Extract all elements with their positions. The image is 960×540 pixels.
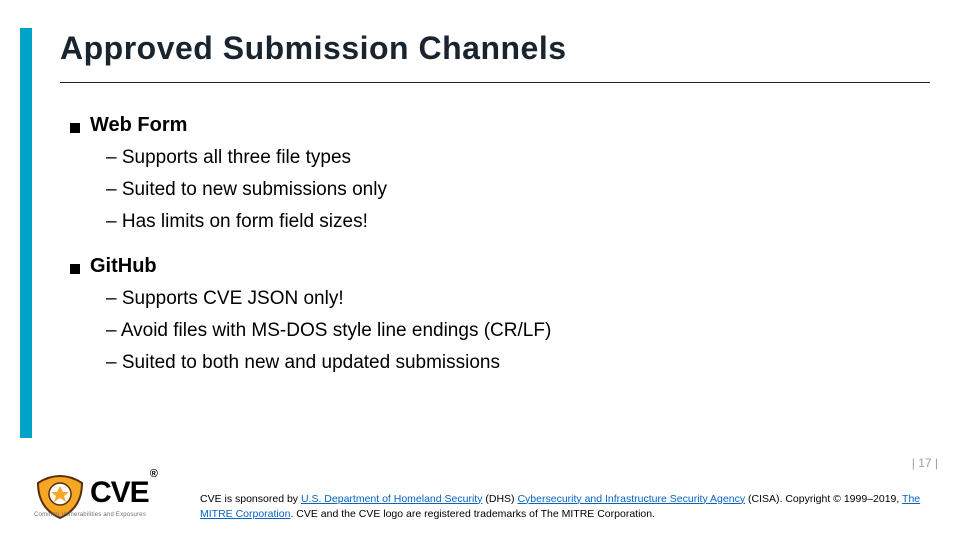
sub-bullet: Suited to new submissions only — [106, 179, 910, 201]
footer-post: . CVE and the CVE logo are registered tr… — [290, 508, 655, 520]
square-bullet-icon — [70, 123, 80, 133]
sub-bullet: Has limits on form field sizes! — [106, 211, 910, 233]
cve-logo: CVE® Common Vulnerabilities and Exposure… — [34, 472, 174, 524]
slide: Approved Submission Channels Web Form Su… — [0, 0, 960, 540]
title-area: Approved Submission Channels — [60, 30, 920, 67]
sub-bullet: Supports all three file types — [106, 147, 910, 169]
bullet-heading-github: GitHub — [70, 255, 910, 278]
square-bullet-icon — [70, 264, 80, 274]
sub-bullet: Supports CVE JSON only! — [106, 288, 910, 310]
sub-bullet: Suited to both new and updated submissio… — [106, 352, 910, 374]
logo-text: CVE® — [90, 476, 156, 510]
slide-body: Web Form Supports all three file types S… — [70, 108, 910, 374]
title-rule — [60, 82, 930, 83]
footer-mid1: (DHS) — [482, 493, 517, 505]
sub-bullet: Avoid files with MS-DOS style line endin… — [106, 320, 910, 342]
footer-pre: CVE is sponsored by — [200, 493, 301, 505]
page-number: | 17 | — [912, 456, 938, 470]
logo-label: CVE — [90, 476, 149, 509]
bullet-heading-label: GitHub — [90, 255, 157, 278]
footer-mid2: (CISA). Copyright © 1999–2019, — [745, 493, 902, 505]
accent-bar — [20, 28, 32, 438]
bullet-heading-web-form: Web Form — [70, 114, 910, 137]
bullet-heading-label: Web Form — [90, 114, 187, 137]
footer-text: CVE is sponsored by U.S. Department of H… — [200, 492, 930, 522]
slide-title: Approved Submission Channels — [60, 30, 920, 67]
registered-icon: ® — [150, 468, 157, 480]
footer-link-cisa[interactable]: Cybersecurity and Infrastructure Securit… — [517, 493, 745, 505]
footer-link-dhs[interactable]: U.S. Department of Homeland Security — [301, 493, 483, 505]
logo-tagline: Common Vulnerabilities and Exposures — [34, 512, 184, 518]
